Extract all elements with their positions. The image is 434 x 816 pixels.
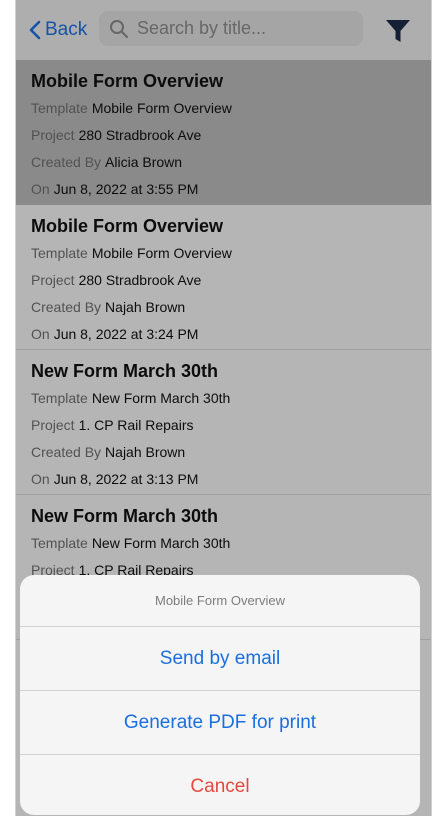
app-screen: Back Mobile Form OverviewTemplateMobile … xyxy=(15,0,432,816)
action-sheet: Mobile Form Overview Send by email Gener… xyxy=(20,575,420,815)
cancel-button[interactable]: Cancel xyxy=(20,755,420,815)
send-by-email-button[interactable]: Send by email xyxy=(20,627,420,691)
generate-pdf-button[interactable]: Generate PDF for print xyxy=(20,691,420,755)
action-sheet-title: Mobile Form Overview xyxy=(20,575,420,627)
